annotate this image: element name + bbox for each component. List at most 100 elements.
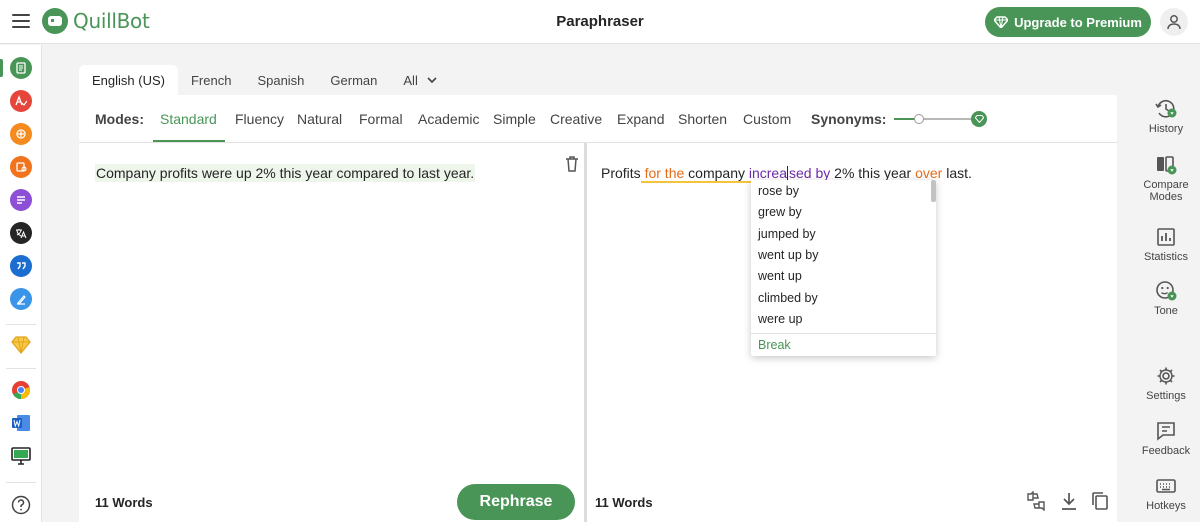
desktop-app-icon[interactable]	[10, 445, 32, 467]
tab-english-us[interactable]: English (US)	[79, 65, 178, 95]
output-selected-word[interactable]: sed by	[789, 165, 830, 181]
modes-label: Modes:	[95, 111, 144, 127]
output-changed-word[interactable]: over	[911, 165, 942, 181]
profile-button[interactable]	[1160, 8, 1188, 36]
slider-knob[interactable]	[913, 114, 924, 124]
tab-all[interactable]: All	[390, 65, 449, 95]
tab-spanish[interactable]: Spanish	[244, 65, 317, 95]
modes-bar: Modes: Standard Fluency Natural Formal A…	[79, 95, 1117, 143]
copy-icon[interactable]	[1091, 491, 1111, 511]
grammar-checker-icon[interactable]	[10, 90, 32, 112]
output-word[interactable]: Profits	[601, 165, 641, 181]
sidebar-divider	[6, 368, 36, 369]
feedback-label: Feedback	[1141, 445, 1191, 457]
paraphraser-icon[interactable]	[10, 57, 32, 79]
chrome-extension-icon[interactable]	[10, 379, 32, 401]
right-sidebar: History Compare Modes Statistics Tone Se…	[1132, 90, 1200, 522]
app-name: QuillBot	[73, 9, 150, 33]
synonym-dropdown: rose by grew by jumped by went up by wen…	[751, 180, 936, 356]
statistics-button[interactable]: Statistics	[1132, 226, 1200, 263]
mode-natural[interactable]: Natural	[297, 111, 342, 127]
mode-expand[interactable]: Expand	[617, 111, 664, 127]
compare-modes-label: Compare Modes	[1143, 179, 1189, 203]
paraphraser-card: English (US) French Spanish German All M…	[79, 65, 1117, 522]
menu-icon[interactable]	[12, 14, 30, 28]
settings-label: Settings	[1146, 390, 1186, 402]
output-word-count: 11 Words	[595, 495, 653, 510]
mode-standard[interactable]: Standard	[160, 111, 217, 127]
rate-icon[interactable]	[1026, 490, 1046, 512]
citation-generator-icon[interactable]	[10, 255, 32, 277]
keyboard-icon	[1155, 475, 1177, 497]
word-addin-icon[interactable]	[10, 412, 32, 434]
upgrade-button[interactable]: Upgrade to Premium	[985, 7, 1151, 37]
tab-french[interactable]: French	[178, 65, 244, 95]
synonyms-slider[interactable]	[894, 109, 989, 129]
left-sidebar	[0, 45, 42, 522]
compare-modes-icon	[1155, 154, 1177, 176]
hotkeys-button[interactable]: Hotkeys	[1132, 475, 1200, 512]
history-label: History	[1148, 123, 1184, 135]
ai-writer-icon[interactable]	[10, 288, 32, 310]
tone-label: Tone	[1154, 305, 1178, 317]
gear-icon	[1155, 365, 1177, 387]
tone-button[interactable]: Tone	[1132, 280, 1200, 317]
synonym-option[interactable]: grew by	[751, 202, 931, 223]
mode-simple[interactable]: Simple	[493, 111, 536, 127]
summarizer-icon[interactable]	[10, 189, 32, 211]
translator-icon[interactable]	[10, 222, 32, 244]
feedback-icon	[1155, 420, 1177, 442]
mode-academic[interactable]: Academic	[418, 111, 479, 127]
premium-gem-icon	[971, 111, 987, 127]
output-changed-phrase[interactable]: for the	[640, 165, 685, 183]
language-tabs: English (US) French Spanish German All	[79, 65, 450, 95]
output-word[interactable]: last.	[942, 165, 972, 181]
synonym-option[interactable]: went up	[751, 266, 931, 287]
tone-icon	[1155, 280, 1177, 302]
statistics-icon	[1155, 226, 1177, 248]
editor-panel: Modes: Standard Fluency Natural Formal A…	[79, 95, 1117, 522]
history-icon	[1155, 98, 1177, 120]
ai-detector-icon[interactable]	[10, 156, 32, 178]
mode-formal[interactable]: Formal	[359, 111, 403, 127]
plagiarism-checker-icon[interactable]	[10, 123, 32, 145]
settings-button[interactable]: Settings	[1132, 365, 1200, 402]
output-word[interactable]: 2% this year	[830, 165, 911, 181]
mode-custom[interactable]: Custom	[743, 111, 791, 127]
user-icon	[1167, 15, 1181, 30]
statistics-label: Statistics	[1143, 251, 1188, 263]
trash-icon[interactable]	[565, 156, 579, 172]
upgrade-label: Upgrade to Premium	[1014, 14, 1142, 30]
synonym-option[interactable]: climbed by	[751, 288, 931, 309]
download-icon[interactable]	[1060, 491, 1080, 511]
tab-all-label: All	[403, 72, 418, 88]
sidebar-divider	[6, 482, 36, 483]
panel-divider[interactable]	[584, 143, 587, 522]
compare-modes-button[interactable]: Compare Modes	[1132, 154, 1200, 203]
history-button[interactable]: History	[1132, 98, 1200, 135]
rephrase-button[interactable]: Rephrase	[457, 484, 575, 520]
top-bar: QuillBot Paraphraser Upgrade to Premium	[0, 0, 1200, 44]
selected-mode-underline	[153, 140, 225, 142]
quillbot-logo-icon	[42, 8, 68, 34]
break-option[interactable]: Break	[751, 333, 936, 356]
feedback-button[interactable]: Feedback	[1132, 420, 1200, 457]
mode-fluency[interactable]: Fluency	[235, 111, 284, 127]
synonym-option[interactable]: rose by	[751, 181, 931, 202]
dropdown-scrollbar[interactable]	[931, 180, 936, 202]
active-indicator	[0, 59, 3, 77]
input-text[interactable]: Company profits were up 2% this year com…	[95, 164, 476, 182]
synonym-option[interactable]: were up	[751, 309, 931, 330]
mode-shorten[interactable]: Shorten	[678, 111, 727, 127]
tab-german[interactable]: German	[317, 65, 390, 95]
help-icon[interactable]	[10, 494, 32, 516]
output-word[interactable]: company	[684, 165, 745, 183]
premium-diamond-icon[interactable]	[10, 334, 32, 356]
sidebar-divider	[6, 324, 36, 325]
quillbot-logo[interactable]: QuillBot	[42, 8, 150, 34]
diamond-icon	[994, 16, 1009, 28]
synonym-option[interactable]: went up by	[751, 245, 931, 266]
synonym-option[interactable]: jumped by	[751, 224, 931, 245]
mode-creative[interactable]: Creative	[550, 111, 602, 127]
input-word-count: 11 Words	[95, 495, 153, 510]
